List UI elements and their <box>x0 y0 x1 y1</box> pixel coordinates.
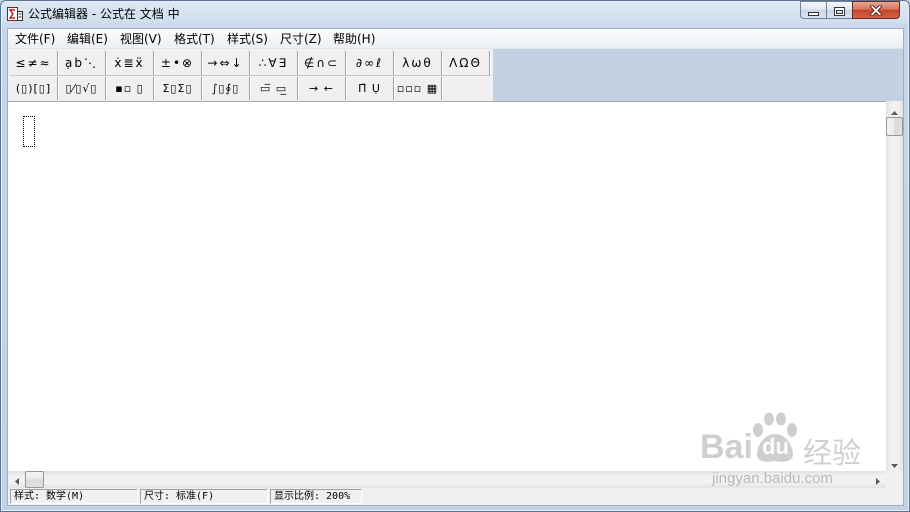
symbol-palette-row: ≤≠≈ ạb⋱ ẋ≣ẍ ±•⊗ →⇔↓ ∴∀∃ ∉∩⊂ ∂∞ℓ λωθ ΛΩΘ <box>10 51 490 75</box>
set-theory-symbols-button[interactable]: ∉∩⊂ <box>298 51 346 75</box>
logical-symbols-icon: ∴∀∃ <box>258 56 289 70</box>
arrow-symbols-icon: →⇔↓ <box>207 56 244 70</box>
fraction-radical-templates-icon: ▯⁄▯√▯ <box>65 82 98 95</box>
vertical-scrollbar[interactable] <box>886 101 903 471</box>
vertical-scroll-thumb[interactable] <box>886 117 903 136</box>
close-icon <box>870 1 882 20</box>
status-zoom: 显示比例: 200% <box>270 489 362 504</box>
operator-symbols-icon: ±•⊗ <box>160 56 195 70</box>
integral-templates-icon: ∫▯∮▯ <box>211 82 240 95</box>
minimize-button[interactable] <box>800 1 827 19</box>
palette-panel: ≤≠≈ ạb⋱ ẋ≣ẍ ±•⊗ →⇔↓ ∴∀∃ ∉∩⊂ ∂∞ℓ λωθ ΛΩΘ … <box>8 49 493 101</box>
fence-templates-button[interactable]: (▯)[▯] <box>10 77 58 100</box>
menu-view[interactable]: 视图(V) <box>120 32 162 46</box>
misc-symbols-button[interactable]: ∂∞ℓ <box>346 51 394 75</box>
scroll-up-button[interactable] <box>886 101 903 118</box>
menu-size[interactable]: 尺寸(Z) <box>280 32 322 46</box>
template-palette-row: (▯)[▯] ▯⁄▯√▯ ▪▫ ▯ Σ▯Σ▯ ∫▯∮▯ ▭̅ ▭̲ → ← Π̃… <box>10 77 442 100</box>
matrix-templates-icon: ▫▫▫ ▦ <box>396 82 439 95</box>
equation-editor-window: 公式编辑器 - 公式在 文档 中 文件(F) 编辑(E) 视图(V) 格式(T)… <box>0 0 910 512</box>
greek-uppercase-icon: ΛΩΘ <box>449 56 482 70</box>
close-button[interactable] <box>852 1 900 19</box>
horizontal-scroll-thumb[interactable] <box>25 471 44 488</box>
scroll-right-icon <box>875 470 880 489</box>
summation-templates-icon: Σ▯Σ▯ <box>162 82 193 95</box>
script-templates-icon: ▪▫ ▯ <box>115 82 144 95</box>
maximize-icon <box>834 1 845 20</box>
set-theory-symbols-icon: ∉∩⊂ <box>303 56 340 70</box>
palette-row-divider <box>10 75 491 76</box>
misc-symbols-icon: ∂∞ℓ <box>355 56 384 70</box>
summation-templates-button[interactable]: Σ▯Σ▯ <box>154 77 202 100</box>
scroll-left-icon <box>14 470 19 489</box>
menu-style[interactable]: 样式(S) <box>227 32 268 46</box>
bar-templates-button[interactable]: ▭̅ ▭̲ <box>250 77 298 100</box>
status-style: 样式: 数学(M) <box>10 489 138 504</box>
embellishments-icon: ẋ≣ẍ <box>114 56 145 70</box>
greek-uppercase-button[interactable]: ΛΩΘ <box>442 51 490 75</box>
fraction-radical-templates-button[interactable]: ▯⁄▯√▯ <box>58 77 106 100</box>
scroll-right-button[interactable] <box>869 471 886 488</box>
status-size: 尺寸: 标准(F) <box>140 489 268 504</box>
labeled-arrow-templates-button[interactable]: → ← <box>298 77 346 100</box>
labeled-arrow-templates-icon: → ← <box>309 82 334 95</box>
menu-help[interactable]: 帮助(H) <box>333 32 375 46</box>
horizontal-scrollbar[interactable] <box>8 471 886 488</box>
integral-templates-button[interactable]: ∫▯∮▯ <box>202 77 250 100</box>
arrow-symbols-button[interactable]: →⇔↓ <box>202 51 250 75</box>
menu-file[interactable]: 文件(F) <box>15 32 55 46</box>
scroll-left-button[interactable] <box>8 471 25 488</box>
scrollbar-corner <box>886 471 903 488</box>
menu-bar: 文件(F) 编辑(E) 视图(V) 格式(T) 样式(S) 尺寸(Z) 帮助(H… <box>8 29 903 49</box>
window-title: 公式编辑器 - 公式在 文档 中 <box>28 7 180 21</box>
client-area: 文件(F) 编辑(E) 视图(V) 格式(T) 样式(S) 尺寸(Z) 帮助(H… <box>8 29 903 505</box>
empty-slot-placeholder-icon[interactable] <box>23 116 35 147</box>
logical-symbols-button[interactable]: ∴∀∃ <box>250 51 298 75</box>
relational-symbols-icon: ≤≠≈ <box>15 56 52 70</box>
bar-templates-icon: ▭̅ ▭̲ <box>259 82 288 95</box>
greek-lowercase-icon: λωθ <box>402 56 433 70</box>
fence-templates-icon: (▯)[▯] <box>15 82 52 95</box>
relational-symbols-button[interactable]: ≤≠≈ <box>10 51 58 75</box>
operator-symbols-button[interactable]: ±•⊗ <box>154 51 202 75</box>
minimize-icon <box>808 1 819 20</box>
menu-format[interactable]: 格式(T) <box>174 32 215 46</box>
title-bar[interactable]: 公式编辑器 - 公式在 文档 中 <box>0 0 910 29</box>
equation-editor-icon[interactable] <box>7 6 23 22</box>
status-bar: 样式: 数学(M) 尺寸: 标准(F) 显示比例: 200% <box>8 488 903 505</box>
spaces-ellipses-button[interactable]: ạb⋱ <box>58 51 106 75</box>
product-set-templates-icon: Π̃ Ụ <box>358 82 381 95</box>
equation-canvas[interactable] <box>8 101 886 471</box>
menu-edit[interactable]: 编辑(E) <box>67 32 108 46</box>
embellishments-button[interactable]: ẋ≣ẍ <box>106 51 154 75</box>
spaces-ellipses-icon: ạb⋱ <box>65 56 98 70</box>
toolbar-background: ≤≠≈ ạb⋱ ẋ≣ẍ ±•⊗ →⇔↓ ∴∀∃ ∉∩⊂ ∂∞ℓ λωθ ΛΩΘ … <box>8 49 903 101</box>
maximize-button[interactable] <box>826 1 853 19</box>
greek-lowercase-button[interactable]: λωθ <box>394 51 442 75</box>
product-set-templates-button[interactable]: Π̃ Ụ <box>346 77 394 100</box>
matrix-templates-button[interactable]: ▫▫▫ ▦ <box>394 77 442 100</box>
scroll-down-button[interactable] <box>886 454 903 471</box>
script-templates-button[interactable]: ▪▫ ▯ <box>106 77 154 100</box>
scroll-down-icon <box>891 453 898 472</box>
